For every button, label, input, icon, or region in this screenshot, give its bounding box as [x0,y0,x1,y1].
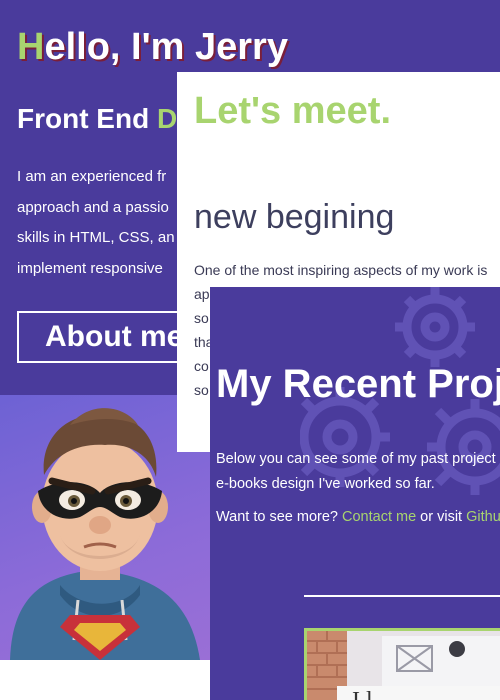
projects-more-middle: or visit [416,509,467,525]
hero-subtitle: Front End D [17,103,177,135]
github-link[interactable]: Githu [466,509,500,525]
lets-meet-line: One of the most inspiring aspects of my … [194,262,488,278]
project-thumbnail-text: I l [352,688,373,700]
projects-more-line: Want to see more? Contact me or visit Gi… [216,509,500,525]
projects-desc-line: Below you can see some of my past projec… [216,451,496,467]
hero-title: Hello, I'm Jerry [17,26,288,69]
recent-projects-description: Below you can see some of my past projec… [216,447,500,497]
hero-subtitle-main: Front End [17,103,157,134]
footer-strip [0,660,210,700]
hero-title-rest: ello, I'm Jerry [44,26,288,68]
hero-title-initial: H [17,26,45,68]
recent-projects-section: My Recent Proj Below you can see some of… [210,287,500,700]
projects-more-prefix: Want to see more? [216,509,342,525]
projects-desc-line: e-books design I've worked so far. [216,476,435,492]
recent-projects-title: My Recent Proj [216,362,500,406]
project-thumbnail[interactable]: I l [304,628,500,700]
lets-meet-title: Let's meet. [194,90,391,132]
project-thumbnail-image: I l [307,631,500,700]
hero-subtitle-accent: D [156,103,178,134]
contact-me-link[interactable]: Contact me [342,509,416,525]
section-divider [304,595,500,597]
lets-meet-subtitle: new begining [194,198,395,236]
